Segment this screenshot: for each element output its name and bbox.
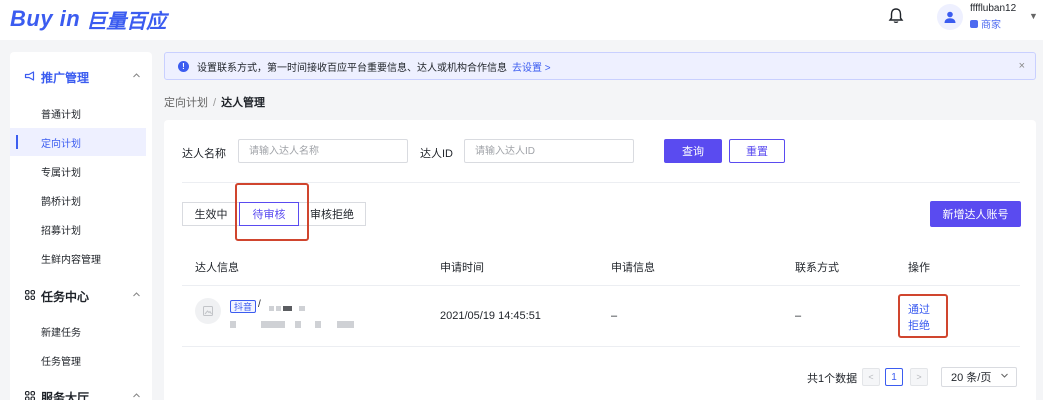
breadcrumb: 定向计划 / 达人管理	[164, 94, 265, 110]
apply-info: –	[611, 310, 618, 322]
breadcrumb-current: 达人管理	[221, 97, 266, 109]
sidebar-item-task-manage[interactable]: 任务管理	[10, 346, 146, 374]
megaphone-icon	[24, 70, 36, 85]
username[interactable]: ffffluban12	[970, 3, 1016, 14]
column-header-contact: 联系方式	[795, 262, 839, 274]
breadcrumb-parent[interactable]: 定向计划	[164, 97, 208, 109]
main-panel: 达人名称 达人ID 查询 重置 生效中 待审核 审核拒绝 新增达人账号 达人信息…	[164, 120, 1036, 400]
grid-icon	[24, 390, 36, 400]
info-icon: !	[178, 60, 189, 72]
apply-time: 2021/05/19 14:45:51	[440, 310, 541, 322]
user-icon	[944, 11, 956, 23]
close-icon[interactable]: ×	[1019, 60, 1025, 72]
page-size-value: 20 条/页	[951, 372, 992, 384]
logo-text-cn: 巨量百应	[86, 10, 167, 33]
chevron-up-icon[interactable]	[132, 290, 141, 302]
grid-icon	[24, 289, 36, 304]
role-badge: 商家	[970, 16, 1001, 31]
shop-icon	[970, 19, 978, 28]
column-header-apply-time: 申请时间	[440, 262, 484, 274]
redacted-text	[299, 306, 305, 311]
sidebar-item-new-task[interactable]: 新建任务	[10, 317, 146, 345]
status-tabs: 生效中 待审核 审核拒绝	[182, 202, 366, 226]
avatar[interactable]	[937, 4, 963, 30]
chevron-down-icon	[1000, 371, 1009, 382]
highlight-box	[898, 294, 948, 338]
divider	[182, 346, 1020, 347]
talent-name-input[interactable]	[238, 139, 408, 163]
logo[interactable]: Buy in 巨量百应	[10, 4, 166, 34]
sidebar-group-label: 推广管理	[41, 70, 90, 85]
sidebar-group-promotion[interactable]: 推广管理	[10, 60, 152, 94]
sidebar-item-directed-plan[interactable]: 定向计划	[10, 128, 146, 156]
redacted-text	[230, 321, 236, 328]
sidebar-group-label: 任务中心	[41, 289, 90, 304]
image-icon	[203, 306, 213, 316]
chevron-right-icon: >	[544, 62, 551, 74]
talent-id-input[interactable]	[464, 139, 634, 163]
sidebar-item-fresh-content[interactable]: 生鲜内容管理	[10, 244, 146, 272]
breadcrumb-separator: /	[213, 97, 217, 109]
talent-name-label: 达人名称	[182, 148, 226, 160]
bell-icon[interactable]	[886, 6, 906, 26]
notice-setup-link[interactable]: 去设置 >	[512, 59, 551, 74]
tab-pending[interactable]: 待审核	[239, 202, 299, 226]
contact-info: –	[795, 310, 802, 322]
reset-button[interactable]: 重置	[729, 139, 785, 163]
talent-name-separator: /	[258, 299, 261, 310]
notice-text: 设置联系方式，第一时间接收百应平台重要信息、达人或机构合作信息	[197, 62, 507, 74]
sidebar-group-task-center[interactable]: 任务中心	[10, 279, 152, 313]
redacted-text	[315, 321, 321, 328]
sidebar-item-magpie-plan[interactable]: 鹊桥计划	[10, 186, 146, 214]
logo-text-en: Buy in	[10, 6, 81, 31]
notice-bar: ! 设置联系方式，第一时间接收百应平台重要信息、达人或机构合作信息 去设置 > …	[164, 52, 1036, 80]
next-page-button[interactable]: >	[910, 368, 928, 386]
column-header-apply-info: 申请信息	[611, 262, 655, 274]
page-number-button[interactable]: 1	[885, 368, 903, 386]
redacted-text	[269, 306, 274, 311]
pagination-total: 共1个数据	[807, 373, 858, 385]
platform-tag: 抖音	[230, 300, 257, 313]
sidebar-item-exclusive-plan[interactable]: 专属计划	[10, 157, 146, 185]
role-label: 商家	[981, 20, 1001, 31]
column-header-talent: 达人信息	[195, 262, 239, 274]
notice-setup-link-label: 去设置	[512, 62, 542, 74]
chevron-up-icon[interactable]	[132, 71, 141, 83]
divider	[182, 285, 1020, 286]
sidebar-group-service-hall[interactable]: 服务大厅	[10, 380, 152, 400]
top-header: Buy in 巨量百应 ffffluban12 商家 ▼	[0, 0, 1043, 40]
sidebar-group-label: 服务大厅	[41, 390, 90, 400]
redacted-text	[276, 306, 281, 311]
talent-avatar	[195, 298, 221, 324]
add-talent-button[interactable]: 新增达人账号	[930, 201, 1021, 227]
sidebar-item-recruit-plan[interactable]: 招募计划	[10, 215, 146, 243]
sidebar-item-normal-plan[interactable]: 普通计划	[10, 99, 146, 127]
redacted-text	[283, 306, 292, 311]
redacted-text	[295, 321, 301, 328]
prev-page-button[interactable]: <	[862, 368, 880, 386]
page-size-select[interactable]: 20 条/页	[941, 367, 1017, 387]
search-button[interactable]: 查询	[664, 139, 722, 163]
chevron-down-icon[interactable]: ▼	[1029, 11, 1038, 21]
redacted-text	[261, 321, 285, 328]
chevron-up-icon[interactable]	[132, 391, 141, 400]
sidebar: 推广管理 普通计划 定向计划 专属计划 鹊桥计划 招募计划 生鲜内容管理 任务中…	[10, 52, 152, 400]
talent-id-label: 达人ID	[420, 148, 453, 160]
tab-active[interactable]: 生效中	[182, 202, 240, 226]
column-header-actions: 操作	[908, 262, 930, 274]
redacted-text	[337, 321, 354, 328]
